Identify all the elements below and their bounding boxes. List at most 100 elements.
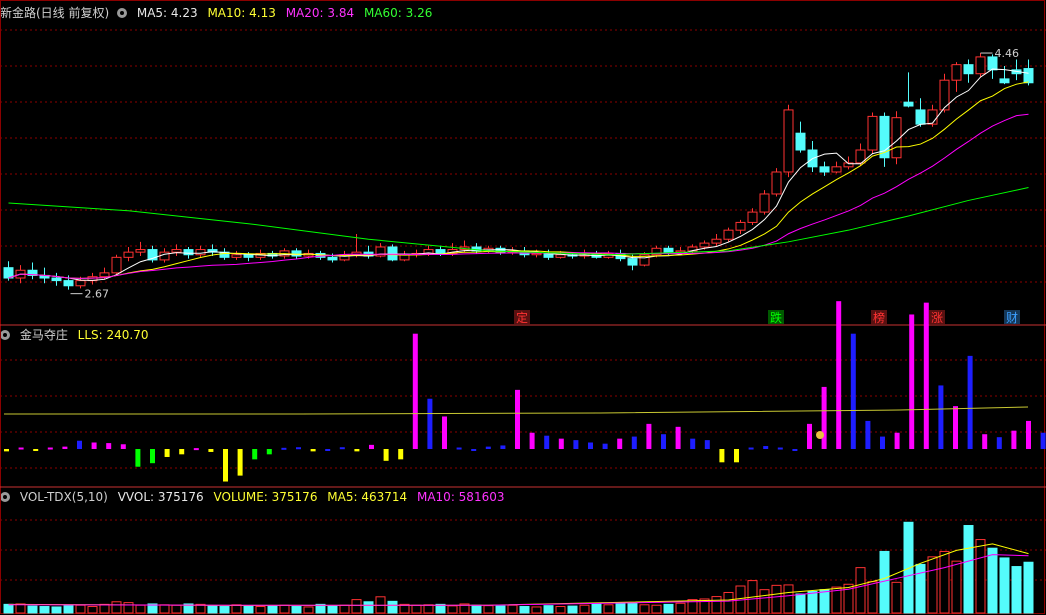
volume-bar <box>159 604 170 614</box>
gold-marker <box>816 431 824 439</box>
candle <box>627 258 638 266</box>
indicator-bar <box>383 449 389 461</box>
volume-bar <box>1011 566 1022 614</box>
indicator-bar <box>734 449 739 463</box>
candle <box>291 250 302 257</box>
stock-chart: 4.46 2.67 定 跌 榜 涨 财 <box>0 0 1046 614</box>
indicator-bar <box>850 333 856 449</box>
candle <box>723 229 734 240</box>
indicator-bar <box>558 438 564 449</box>
candle <box>435 249 446 254</box>
indicator-bar <box>412 333 418 449</box>
ma5-line <box>8 68 1029 281</box>
indicator-bar <box>573 440 579 449</box>
indicator-bar <box>763 446 769 449</box>
candle <box>99 272 110 278</box>
candle <box>903 101 914 107</box>
volume-bar <box>939 550 950 614</box>
indicator-bar <box>821 386 827 449</box>
indicator-bar <box>777 447 783 450</box>
candle <box>3 267 14 279</box>
candle <box>1023 68 1034 84</box>
volume-bar <box>891 581 902 614</box>
indicator-bar <box>456 447 462 450</box>
volume-bar <box>27 605 38 614</box>
volume-bar <box>723 591 734 614</box>
volume-bar <box>447 605 458 614</box>
volume-bar <box>483 605 494 614</box>
volume-bar <box>423 604 434 614</box>
indicator-bar <box>77 440 82 449</box>
volume-bar <box>567 605 578 614</box>
candle <box>759 193 770 213</box>
indicator-bar <box>909 314 915 449</box>
indicator-bar <box>164 449 170 457</box>
candle <box>231 254 242 258</box>
indicator-bar <box>106 443 112 449</box>
indicator-bar <box>120 444 126 449</box>
volume-bar <box>795 593 806 614</box>
candle <box>963 64 974 75</box>
candle <box>927 109 938 125</box>
indicator-bar <box>252 449 258 460</box>
volume-bar <box>327 605 338 614</box>
volume-bar <box>231 604 242 614</box>
candle <box>171 249 182 253</box>
candle <box>75 280 86 287</box>
volume-bar <box>519 606 530 614</box>
volume-bar <box>915 563 926 614</box>
candle <box>795 132 806 151</box>
indicator-bar <box>865 420 871 449</box>
candle <box>819 166 830 173</box>
indicator-bar <box>1011 430 1017 449</box>
indicator-bar <box>588 442 593 449</box>
indicator-bar <box>690 438 696 449</box>
volume-bar <box>363 601 374 614</box>
candle <box>387 246 398 261</box>
volume-bar <box>639 604 650 614</box>
candle <box>243 254 254 258</box>
volume-bar <box>279 604 290 614</box>
volume-bar <box>339 604 350 614</box>
volume-bar <box>783 584 794 614</box>
volume-bar <box>771 584 782 614</box>
indicator-bar <box>923 302 929 449</box>
low-price-label: 2.67 <box>85 288 110 301</box>
volume-bar <box>243 604 254 614</box>
candle <box>735 221 746 231</box>
event-marker: 定 <box>516 310 528 325</box>
indicator-bar <box>135 449 141 467</box>
volume-bar <box>543 605 554 614</box>
volume-bar <box>87 606 98 614</box>
indicator-bar <box>996 437 1002 449</box>
volume-bar <box>99 603 110 614</box>
volume-bar <box>975 539 986 614</box>
volume-bar <box>3 603 14 614</box>
indicator-bar <box>719 449 725 463</box>
indicator-bar <box>704 440 710 449</box>
indicator-bar <box>339 447 345 450</box>
candle <box>327 256 338 261</box>
indicator-bar <box>500 445 506 449</box>
volume-bar <box>123 602 134 614</box>
volume-bar <box>111 601 122 614</box>
volume-bar <box>171 604 182 614</box>
indicator-bar <box>296 447 301 450</box>
volume-bar <box>903 521 914 614</box>
volume-bar <box>207 605 218 614</box>
indicator-bar <box>967 355 973 449</box>
candle <box>831 166 842 173</box>
indicator-bar <box>953 406 958 449</box>
event-marker: 财 <box>1006 311 1018 325</box>
volume-bar <box>663 603 674 614</box>
candle <box>771 171 782 195</box>
indicator-bar <box>398 449 404 460</box>
indicator-bar <box>661 434 666 449</box>
candle <box>951 64 962 81</box>
volume-bar <box>711 596 722 614</box>
volume-bar <box>39 606 50 614</box>
candle <box>555 254 566 258</box>
indicator-bar <box>208 449 214 452</box>
indicator-bar <box>485 446 491 449</box>
indicator-bar <box>748 447 754 450</box>
